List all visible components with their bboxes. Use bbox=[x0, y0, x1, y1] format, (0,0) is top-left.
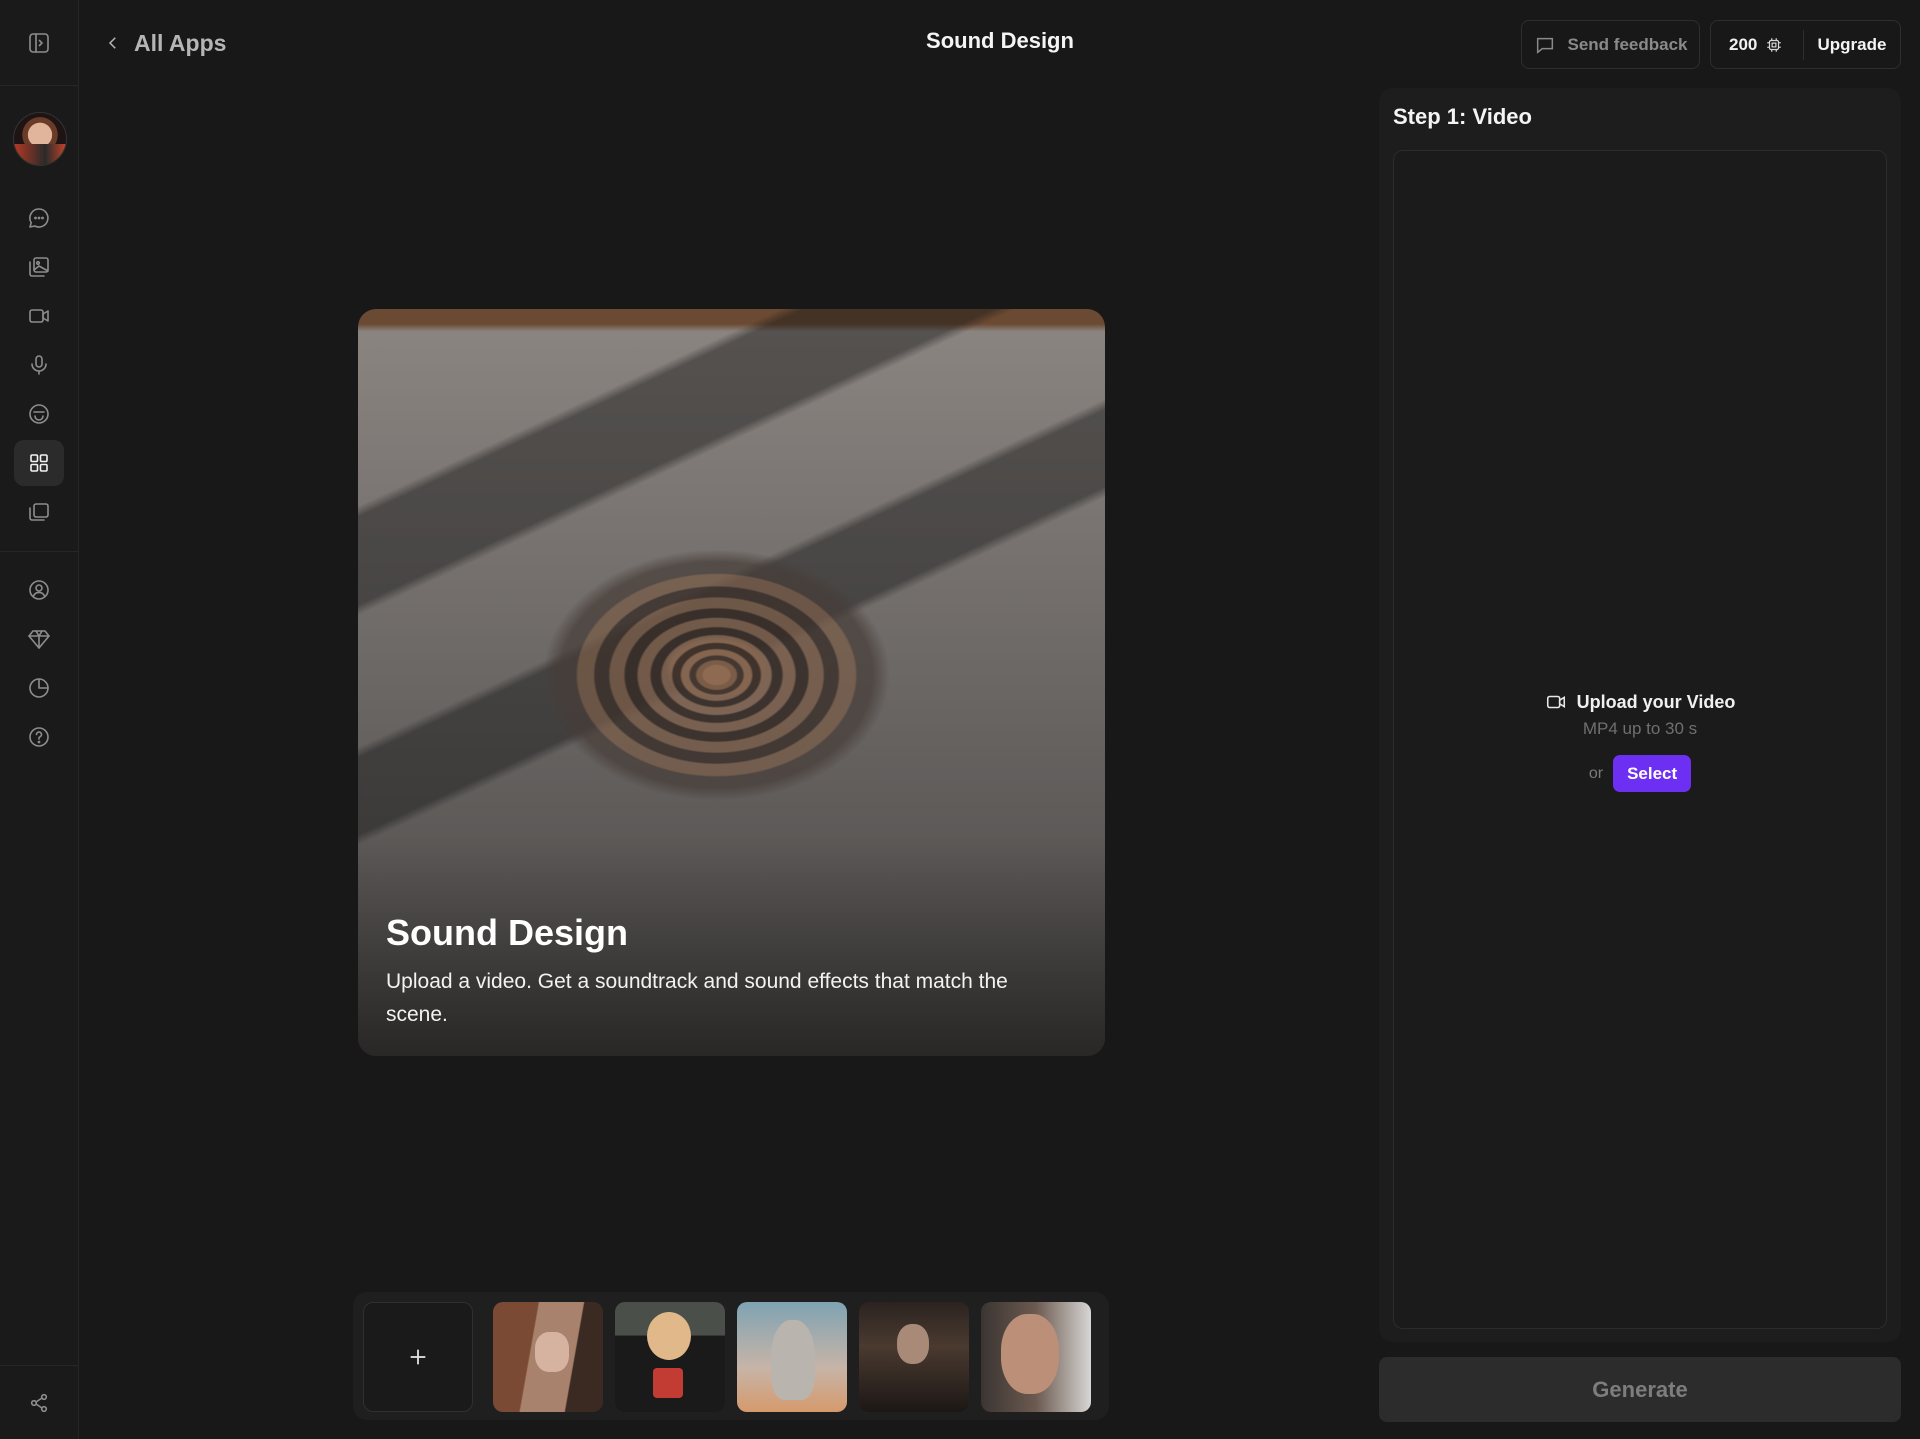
usage-chart-icon bbox=[29, 678, 49, 698]
send-feedback-button[interactable]: Send feedback bbox=[1521, 20, 1700, 69]
step-title: Step 1: Video bbox=[1393, 104, 1532, 129]
plus-icon bbox=[410, 1349, 426, 1365]
video-camera-icon bbox=[1546, 695, 1565, 709]
sidebar-divider bbox=[0, 551, 79, 552]
step-panel: Step 1: Video Upload your Video MP4 up t… bbox=[1379, 88, 1901, 1342]
chevron-left-icon bbox=[108, 37, 116, 49]
apps-grid-icon bbox=[30, 454, 48, 472]
back-label: All Apps bbox=[134, 29, 227, 56]
collection-icon bbox=[29, 503, 49, 521]
credits-value: 200 bbox=[1729, 34, 1758, 54]
example-thumbnail[interactable] bbox=[615, 1302, 725, 1412]
video-dropzone[interactable]: Upload your Video MP4 up to 30 s or Sele… bbox=[1393, 150, 1887, 1329]
select-video-button[interactable]: Select bbox=[1613, 755, 1692, 792]
sidebar-item-profile[interactable] bbox=[14, 567, 64, 613]
feedback-icon bbox=[1536, 37, 1553, 54]
upload-title: Upload your Video bbox=[1576, 691, 1736, 712]
hero-description: Upload a video. Get a soundtrack and sou… bbox=[386, 970, 1008, 1026]
feedback-label: Send feedback bbox=[1567, 34, 1688, 54]
sidebar-item-chat[interactable] bbox=[14, 195, 64, 241]
example-thumbnail[interactable] bbox=[493, 1302, 603, 1412]
video-camera-icon bbox=[29, 309, 49, 323]
sidebar-item-library[interactable] bbox=[14, 489, 64, 535]
microphone-icon bbox=[31, 355, 47, 375]
share-icon bbox=[30, 1393, 48, 1413]
back-to-all-apps-link[interactable]: All Apps bbox=[104, 28, 226, 58]
sidebar-divider bbox=[0, 1365, 79, 1366]
example-thumbnail[interactable] bbox=[981, 1302, 1091, 1412]
credits-chip-icon bbox=[1767, 37, 1782, 52]
smiley-icon bbox=[29, 404, 49, 424]
sidebar-toggle-button[interactable] bbox=[14, 20, 64, 66]
sidebar-item-images[interactable] bbox=[14, 244, 64, 290]
avatar[interactable] bbox=[13, 112, 67, 166]
sidebar-item-plans[interactable] bbox=[14, 616, 64, 662]
or-label: or bbox=[1588, 764, 1604, 782]
sidebar-item-share[interactable] bbox=[14, 1380, 64, 1426]
add-example-button[interactable] bbox=[363, 1302, 473, 1412]
thumbnail-strip bbox=[353, 1292, 1109, 1420]
help-icon bbox=[29, 727, 49, 747]
upload-heading: Upload your Video bbox=[1394, 691, 1886, 713]
sidebar-item-apps[interactable] bbox=[14, 440, 64, 486]
sidebar-toggle-icon bbox=[29, 33, 49, 53]
app-hero-card: Sound Design Upload a video. Get a sound… bbox=[358, 309, 1105, 1056]
image-gallery-icon bbox=[29, 257, 49, 277]
upgrade-button[interactable]: Upgrade bbox=[1804, 35, 1900, 55]
generate-button[interactable]: Generate bbox=[1379, 1357, 1901, 1422]
hero-title: Sound Design bbox=[386, 912, 628, 953]
page-title: Sound Design bbox=[926, 28, 1074, 53]
sidebar bbox=[0, 0, 79, 1439]
profile-icon bbox=[29, 580, 49, 600]
sidebar-header bbox=[0, 0, 79, 86]
sidebar-item-help[interactable] bbox=[14, 714, 64, 760]
chat-icon bbox=[29, 208, 49, 228]
gem-icon bbox=[28, 630, 50, 649]
upload-subtitle: MP4 up to 30 s bbox=[1582, 719, 1698, 738]
sidebar-item-usage[interactable] bbox=[14, 665, 64, 711]
example-thumbnail[interactable] bbox=[859, 1302, 969, 1412]
sidebar-item-video[interactable] bbox=[14, 293, 64, 339]
sidebar-item-audio[interactable] bbox=[14, 342, 64, 388]
credits-counter[interactable]: 200 bbox=[1711, 21, 1803, 68]
sidebar-item-avatars[interactable] bbox=[14, 391, 64, 437]
select-row: or Select bbox=[1394, 755, 1886, 792]
example-thumbnail[interactable] bbox=[737, 1302, 847, 1412]
credits-box: 200 Upgrade bbox=[1710, 20, 1901, 69]
